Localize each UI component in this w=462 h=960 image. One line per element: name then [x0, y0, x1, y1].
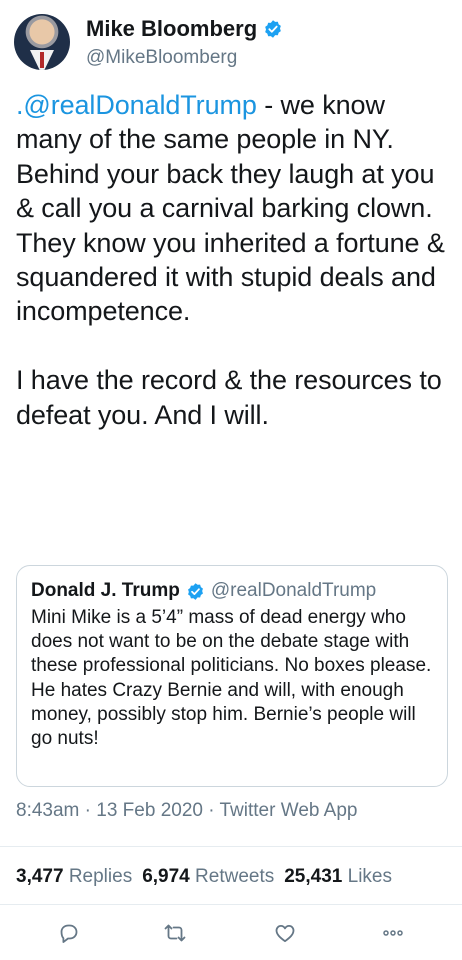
quoted-author-name: Donald J. Trump — [31, 580, 180, 601]
engagement-stats: 3,477 Replies 6,974 Retweets 25,431 Like… — [16, 866, 392, 888]
reply-icon — [60, 924, 78, 943]
tweet-actions — [0, 918, 462, 948]
quoted-author-handle: @realDonaldTrump — [210, 580, 377, 601]
likes-label: Likes — [347, 866, 392, 887]
likes-count: 25,431 — [284, 866, 343, 887]
more-icon — [383, 930, 403, 936]
divider — [0, 904, 462, 905]
retweets-stat[interactable]: 6,974 Retweets — [142, 866, 274, 888]
quoted-tweet-card[interactable]: Donald J. Trump @realDonaldTrump Mini Mi… — [16, 565, 448, 787]
author-name-row: Mike Bloomberg — [86, 16, 283, 42]
reply-button[interactable] — [54, 918, 84, 948]
retweet-button[interactable] — [160, 918, 190, 948]
tweet-body: .@realDonaldTrump - we know many of the … — [16, 88, 452, 432]
verified-badge-icon — [187, 582, 203, 600]
replies-label: Replies — [68, 866, 133, 887]
tweet-header: Mike Bloomberg @MikeBloomberg — [12, 12, 452, 72]
likes-stat[interactable]: 25,431 Likes — [284, 866, 392, 888]
verified-badge-icon — [265, 20, 281, 38]
author-handle[interactable]: @MikeBloomberg — [86, 47, 237, 69]
author-name[interactable]: Mike Bloomberg — [86, 16, 257, 42]
quoted-tweet-text: Mini Mike is a 5’4” mass of dead energy … — [31, 607, 432, 750]
avatar[interactable] — [14, 14, 70, 70]
retweets-label: Retweets — [195, 866, 275, 887]
replies-count: 3,477 — [16, 866, 64, 887]
tweet-timestamp[interactable]: 8:43am · 13 Feb 2020 · Twitter Web App — [16, 800, 358, 822]
like-icon — [275, 925, 295, 943]
like-button[interactable] — [270, 918, 300, 948]
retweets-count: 6,974 — [142, 866, 190, 887]
quoted-tweet-header: Donald J. Trump @realDonaldTrump — [31, 580, 433, 602]
more-button[interactable] — [378, 918, 408, 948]
divider — [0, 846, 462, 847]
tweet-text: - we know many of the same people in NY.… — [16, 90, 445, 430]
replies-stat[interactable]: 3,477 Replies — [16, 866, 132, 888]
retweet-icon — [164, 924, 186, 942]
mention-link[interactable]: .@realDonaldTrump — [16, 90, 257, 120]
